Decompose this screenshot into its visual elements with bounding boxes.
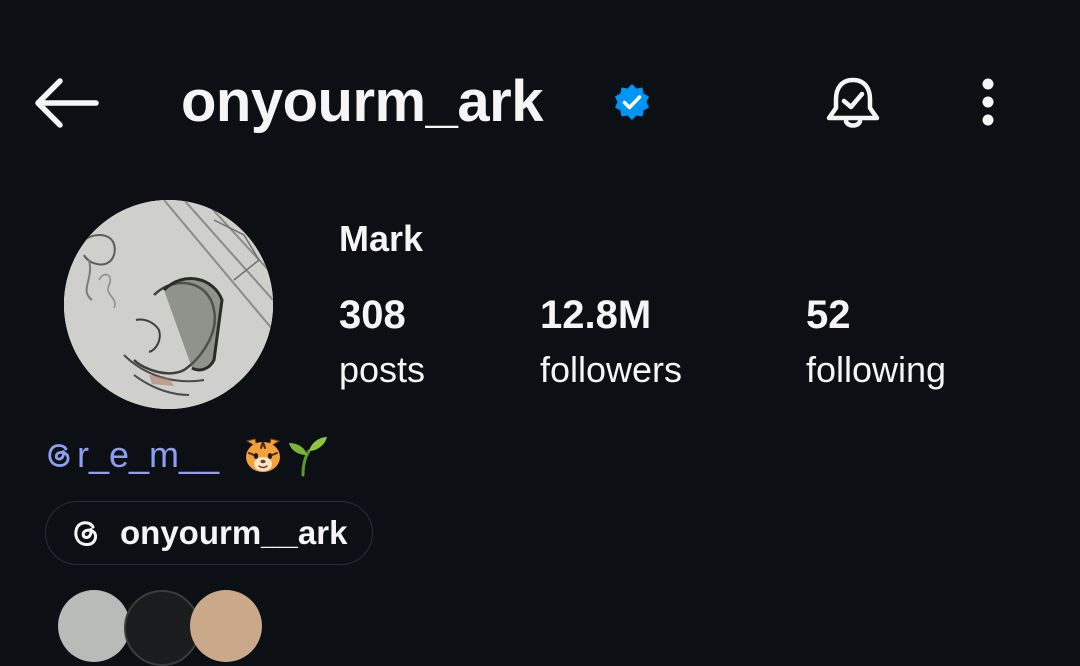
threads-profile-link[interactable]: onyourm__ark xyxy=(45,501,373,565)
following-label: following xyxy=(806,349,947,390)
threads-icon xyxy=(74,521,98,547)
posts-count: 308 xyxy=(339,293,406,337)
story-highlight[interactable] xyxy=(124,590,200,666)
more-options-icon xyxy=(982,78,994,126)
followers-stat[interactable]: 12.8M followers xyxy=(540,290,682,392)
followers-label: followers xyxy=(540,349,683,390)
seedling-emoji-icon xyxy=(289,437,328,477)
posts-stat[interactable]: 308 posts xyxy=(339,290,425,392)
notification-bell-icon xyxy=(826,77,880,128)
followers-count: 12.8M xyxy=(540,293,652,337)
story-highlight[interactable] xyxy=(190,590,262,662)
tiger-face-emoji-icon xyxy=(245,438,281,472)
story-highlight[interactable] xyxy=(58,590,130,662)
threads-mention-icon xyxy=(48,444,70,467)
following-count: 52 xyxy=(806,293,851,337)
following-stat[interactable]: 52 following xyxy=(806,290,946,392)
bio-mention-text: r_e_m__ xyxy=(77,434,220,475)
notification-bell-button[interactable] xyxy=(820,70,886,136)
verified-badge-icon xyxy=(612,82,652,122)
profile-display-name: Mark xyxy=(339,218,424,259)
back-button[interactable] xyxy=(30,70,106,136)
profile-username: onyourm_ark xyxy=(181,69,543,134)
bio: r_e_m__ xyxy=(44,430,329,480)
more-options-button[interactable] xyxy=(968,74,1008,132)
threads-handle: onyourm__ark xyxy=(120,514,348,551)
back-arrow-icon xyxy=(35,78,99,128)
profile-avatar[interactable] xyxy=(64,200,273,409)
posts-label: posts xyxy=(339,349,426,390)
bio-mention-link[interactable]: r_e_m__ xyxy=(44,434,219,476)
bio-emoji xyxy=(241,433,329,477)
avatar-sketch-image xyxy=(64,200,273,409)
